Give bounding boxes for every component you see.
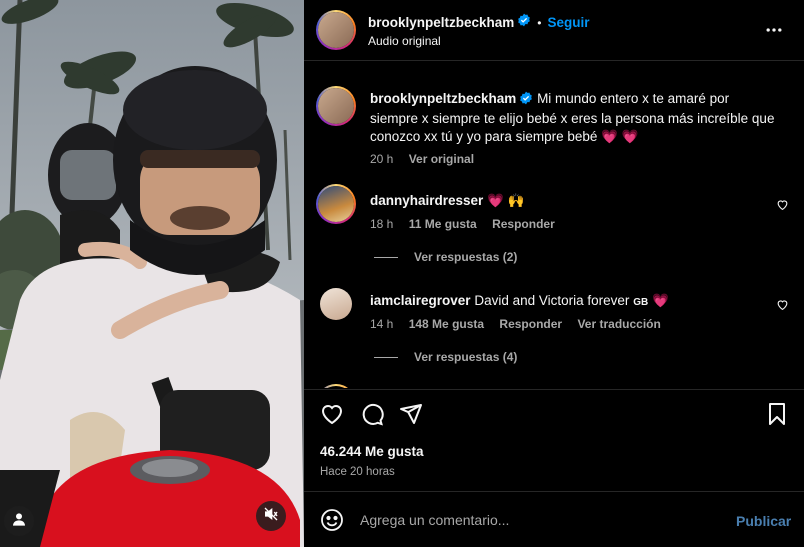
publish-button[interactable]: Publicar: [736, 513, 791, 529]
heart-icon: [776, 298, 789, 315]
emoji-icon: [320, 509, 344, 536]
commenter-avatar[interactable]: [320, 288, 352, 320]
like-button[interactable]: [320, 402, 344, 431]
translate-button[interactable]: Ver traducción: [577, 317, 660, 331]
separator-dot: •: [537, 15, 542, 30]
post-header: brooklynpeltzbeckham • Seguir Audio orig…: [304, 0, 804, 61]
follow-button[interactable]: Seguir: [548, 15, 590, 30]
replies-line: [374, 256, 398, 258]
comment-likes[interactable]: 148 Me gusta: [409, 317, 484, 331]
save-button[interactable]: [766, 402, 788, 431]
comment-icon: [360, 404, 384, 430]
comment-button[interactable]: [360, 402, 384, 431]
divider: [304, 491, 804, 492]
like-comment-button[interactable]: [776, 298, 789, 316]
flag-gb: GB: [633, 297, 649, 308]
user-tag-icon: [11, 511, 27, 532]
tagged-users-button[interactable]: [4, 506, 34, 536]
like-count[interactable]: 46.244 Me gusta: [320, 444, 424, 459]
audio-link[interactable]: Audio original: [368, 34, 441, 48]
comment-time[interactable]: 18 h: [370, 217, 393, 231]
caption-text: brooklynpeltzbeckham Mi mundo entero x t…: [370, 90, 780, 146]
comment-body: David and Victoria forever: [474, 293, 630, 308]
emoji-picker-button[interactable]: [320, 508, 344, 537]
next-comment-avatar[interactable]: [316, 384, 356, 388]
caption-avatar[interactable]: [316, 86, 356, 126]
author-username[interactable]: brooklynpeltzbeckham: [368, 15, 514, 30]
comment-body: 💗 🙌: [487, 193, 525, 208]
see-original-button[interactable]: Ver original: [409, 152, 474, 166]
more-horizontal-icon: [764, 27, 784, 44]
caption-meta: 20 h Ver original: [370, 152, 486, 166]
reply-button[interactable]: Responder: [492, 217, 555, 231]
comment-text: dannyhairdresser 💗 🙌: [370, 192, 780, 210]
audio-toggle-button[interactable]: [256, 501, 286, 531]
like-comment-button[interactable]: [776, 198, 789, 216]
post-timestamp[interactable]: Hace 20 horas: [320, 466, 395, 478]
comments-list[interactable]: brooklynpeltzbeckham Mi mundo entero x t…: [304, 62, 804, 388]
comment-likes[interactable]: 11 Me gusta: [409, 217, 477, 231]
divider: [304, 389, 804, 390]
comment-meta: 14 h 148 Me gusta Responder Ver traducci…: [370, 317, 673, 331]
more-options-button[interactable]: [764, 20, 784, 45]
caption-username[interactable]: brooklynpeltzbeckham: [370, 91, 516, 106]
reply-button[interactable]: Responder: [499, 317, 562, 331]
commenter-avatar[interactable]: [316, 184, 356, 224]
post-side-panel: brooklynpeltzbeckham • Seguir Audio orig…: [304, 0, 804, 547]
replies-line: [374, 356, 398, 358]
view-replies-button[interactable]: Ver respuestas (2): [374, 250, 517, 264]
commenter-username[interactable]: iamclairegrover: [370, 293, 471, 308]
share-icon: [399, 404, 423, 430]
share-button[interactable]: [399, 402, 423, 431]
bookmark-icon: [766, 403, 788, 430]
author-avatar[interactable]: [316, 10, 356, 50]
verified-badge-icon: [519, 91, 533, 110]
heart-icon: [776, 198, 789, 215]
heart-icon: [320, 405, 344, 430]
verified-badge-icon: [517, 13, 531, 32]
caption-time[interactable]: 20 h: [370, 152, 393, 166]
commenter-username[interactable]: dannyhairdresser: [370, 193, 483, 208]
comment-meta: 18 h 11 Me gusta Responder: [370, 217, 567, 231]
reel-video-frame: [0, 0, 304, 547]
view-replies-label: Ver respuestas (2): [414, 250, 518, 264]
view-replies-label: Ver respuestas (4): [414, 350, 518, 364]
comment-time[interactable]: 14 h: [370, 317, 393, 331]
comment-input[interactable]: [360, 507, 720, 533]
caption-hearts: 💗 💗: [601, 129, 639, 144]
comment-heart-emoji: 💗: [651, 293, 669, 308]
view-replies-button[interactable]: Ver respuestas (4): [374, 350, 517, 364]
post-media[interactable]: [0, 0, 304, 547]
comment-text: iamclairegrover David and Victoria forev…: [370, 292, 780, 312]
sound-off-icon: [263, 506, 279, 527]
